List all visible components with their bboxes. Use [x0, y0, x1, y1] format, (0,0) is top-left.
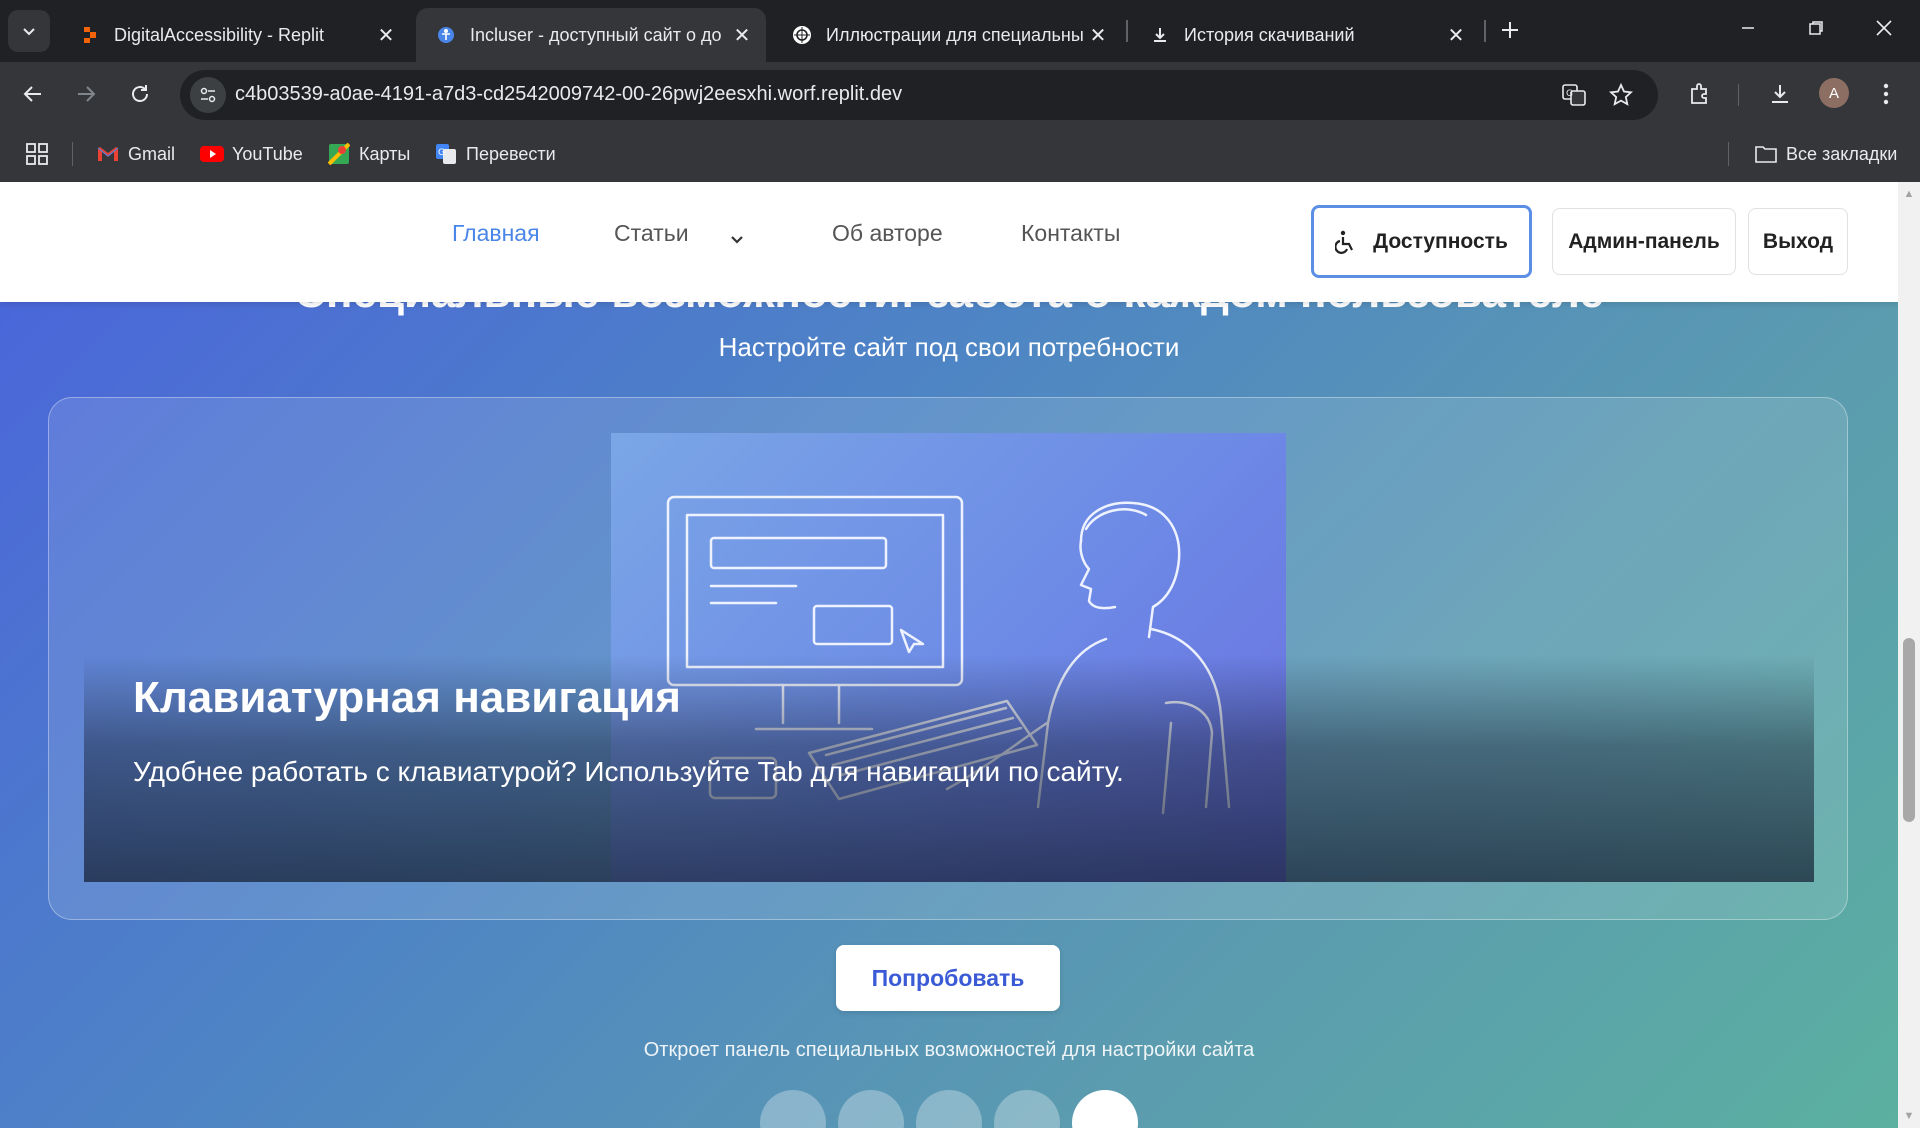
incluser-favicon-icon	[436, 25, 456, 45]
profile-avatar[interactable]: A	[1819, 78, 1849, 108]
folder-icon	[1754, 142, 1778, 166]
tab-title: Иллюстрации для специальны	[826, 24, 1084, 45]
translate-icon[interactable]: G	[1558, 79, 1590, 111]
downloads-icon[interactable]	[1760, 74, 1800, 114]
toolbar-separator	[1738, 84, 1739, 106]
bookmark-separator	[1728, 142, 1729, 166]
carousel-slide: Клавиатурная навигация Удобнее работать …	[84, 433, 1814, 882]
tab-downloads[interactable]: История скачиваний ✕	[1130, 8, 1480, 62]
reload-icon	[132, 85, 148, 102]
nav-articles[interactable]: Статьи	[614, 220, 689, 247]
bookmark-star-icon[interactable]	[1605, 79, 1637, 111]
page-scrollbar[interactable]: ▲ ▼	[1898, 182, 1920, 1128]
restore-icon	[1809, 21, 1823, 35]
bookmark-youtube[interactable]: YouTube	[200, 140, 303, 168]
svg-text:G: G	[1566, 89, 1573, 99]
tab-incluser[interactable]: Incluser - доступный сайт о до ✕	[416, 8, 766, 62]
carousel-dot-active[interactable]	[1072, 1090, 1138, 1128]
slide-description: Удобнее работать с клавиатурой? Использу…	[133, 756, 1124, 787]
try-button-note: Откроет панель специальных возможностей …	[643, 1039, 1255, 1061]
reload-button[interactable]	[118, 72, 162, 116]
gmail-icon	[96, 142, 120, 166]
page-viewport: Специальные возможности: забота о каждом…	[0, 182, 1898, 1128]
all-bookmarks-button[interactable]: Все закладки	[1754, 140, 1897, 168]
admin-panel-button[interactable]: Админ-панель	[1552, 208, 1736, 275]
bookmark-label: Карты	[359, 143, 411, 164]
tab-strip: DigitalAccessibility - Replit ✕ Incluser…	[0, 0, 1920, 62]
site-info-icon[interactable]	[190, 77, 226, 113]
new-tab-button[interactable]	[1492, 12, 1528, 48]
youtube-icon	[200, 142, 224, 166]
forward-button[interactable]	[64, 72, 108, 116]
close-icon[interactable]: ✕	[1442, 21, 1470, 49]
restore-button[interactable]	[1782, 0, 1850, 56]
maps-icon	[327, 142, 351, 166]
apps-grid-icon[interactable]	[26, 140, 48, 168]
bookmark-translate[interactable]: G Перевести	[434, 140, 556, 168]
tab-title: DigitalAccessibility - Replit	[114, 24, 325, 45]
logout-button[interactable]: Выход	[1748, 208, 1848, 275]
wheelchair-icon	[1335, 230, 1357, 254]
arrow-right-icon	[78, 86, 96, 102]
site-header: Главная Статьи Об авторе Контакты Доступ…	[0, 182, 1898, 302]
close-window-button[interactable]	[1850, 0, 1918, 56]
scrollbar-thumb[interactable]	[1903, 638, 1915, 822]
chevron-down-icon	[23, 28, 35, 36]
scroll-down-arrow-icon[interactable]: ▼	[1903, 1110, 1915, 1122]
close-icon[interactable]: ✕	[728, 21, 756, 49]
extensions-icon[interactable]	[1680, 74, 1720, 114]
address-bar[interactable]: c4b03539-a0ae-4191-a7d3-cd2542009742-00-…	[180, 70, 1658, 120]
minimize-icon	[1742, 27, 1754, 29]
accessibility-button[interactable]: Доступность	[1311, 205, 1532, 278]
tab-title: Incluser - доступный сайт о до	[470, 24, 722, 45]
arrow-left-icon	[23, 86, 41, 102]
all-bookmarks-label: Все закладки	[1786, 143, 1898, 164]
bookmarks-bar: Gmail YouTube Карты G Перевести Все закл…	[0, 126, 1920, 182]
close-icon	[1876, 20, 1892, 36]
feature-carousel: Клавиатурная навигация Удобнее работать …	[48, 397, 1848, 920]
nav-about[interactable]: Об авторе	[832, 220, 943, 247]
nav-contacts[interactable]: Контакты	[1021, 220, 1120, 247]
bookmark-label: Перевести	[466, 143, 556, 164]
bookmark-separator	[72, 142, 73, 166]
plus-icon	[1502, 22, 1518, 38]
url-text[interactable]: c4b03539-a0ae-4191-a7d3-cd2542009742-00-…	[235, 83, 902, 106]
bookmark-label: Gmail	[128, 143, 176, 164]
back-button[interactable]	[11, 72, 55, 116]
scroll-up-arrow-icon[interactable]: ▲	[1903, 188, 1915, 200]
download-icon	[1150, 25, 1170, 45]
slide-title: Клавиатурная навигация	[133, 673, 681, 722]
carousel-dot[interactable]	[838, 1090, 904, 1128]
accessibility-button-label: Доступность	[1373, 229, 1508, 253]
carousel-dot[interactable]	[994, 1090, 1060, 1128]
browser-toolbar: c4b03539-a0ae-4191-a7d3-cd2542009742-00-…	[0, 62, 1920, 126]
nav-home[interactable]: Главная	[452, 220, 540, 247]
carousel-dot[interactable]	[760, 1090, 826, 1128]
tab-separator	[1126, 20, 1128, 42]
menu-kebab-icon[interactable]	[1866, 74, 1906, 114]
tab-search-button[interactable]	[8, 10, 50, 52]
replit-favicon-icon	[80, 25, 100, 45]
hero-subtitle: Настройте сайт под свои потребности	[718, 332, 1180, 362]
google-translate-icon: G	[434, 142, 458, 166]
bookmark-gmail[interactable]: Gmail	[96, 140, 175, 168]
chatgpt-favicon-icon	[792, 25, 812, 45]
bookmark-maps[interactable]: Карты	[327, 140, 410, 168]
bookmark-label: YouTube	[232, 143, 303, 164]
close-icon[interactable]: ✕	[1084, 21, 1112, 49]
carousel-dot[interactable]	[916, 1090, 982, 1128]
chevron-down-icon[interactable]	[728, 230, 746, 253]
tab-illustrations[interactable]: Иллюстрации для специальны ✕	[772, 8, 1122, 62]
tab-title: История скачиваний	[1184, 24, 1355, 45]
tab-replit[interactable]: DigitalAccessibility - Replit ✕	[60, 8, 410, 62]
close-icon[interactable]: ✕	[372, 21, 400, 49]
tab-separator	[1484, 20, 1486, 42]
minimize-button[interactable]	[1714, 0, 1782, 56]
svg-text:G: G	[438, 148, 445, 158]
try-button[interactable]: Попробовать	[836, 945, 1060, 1011]
